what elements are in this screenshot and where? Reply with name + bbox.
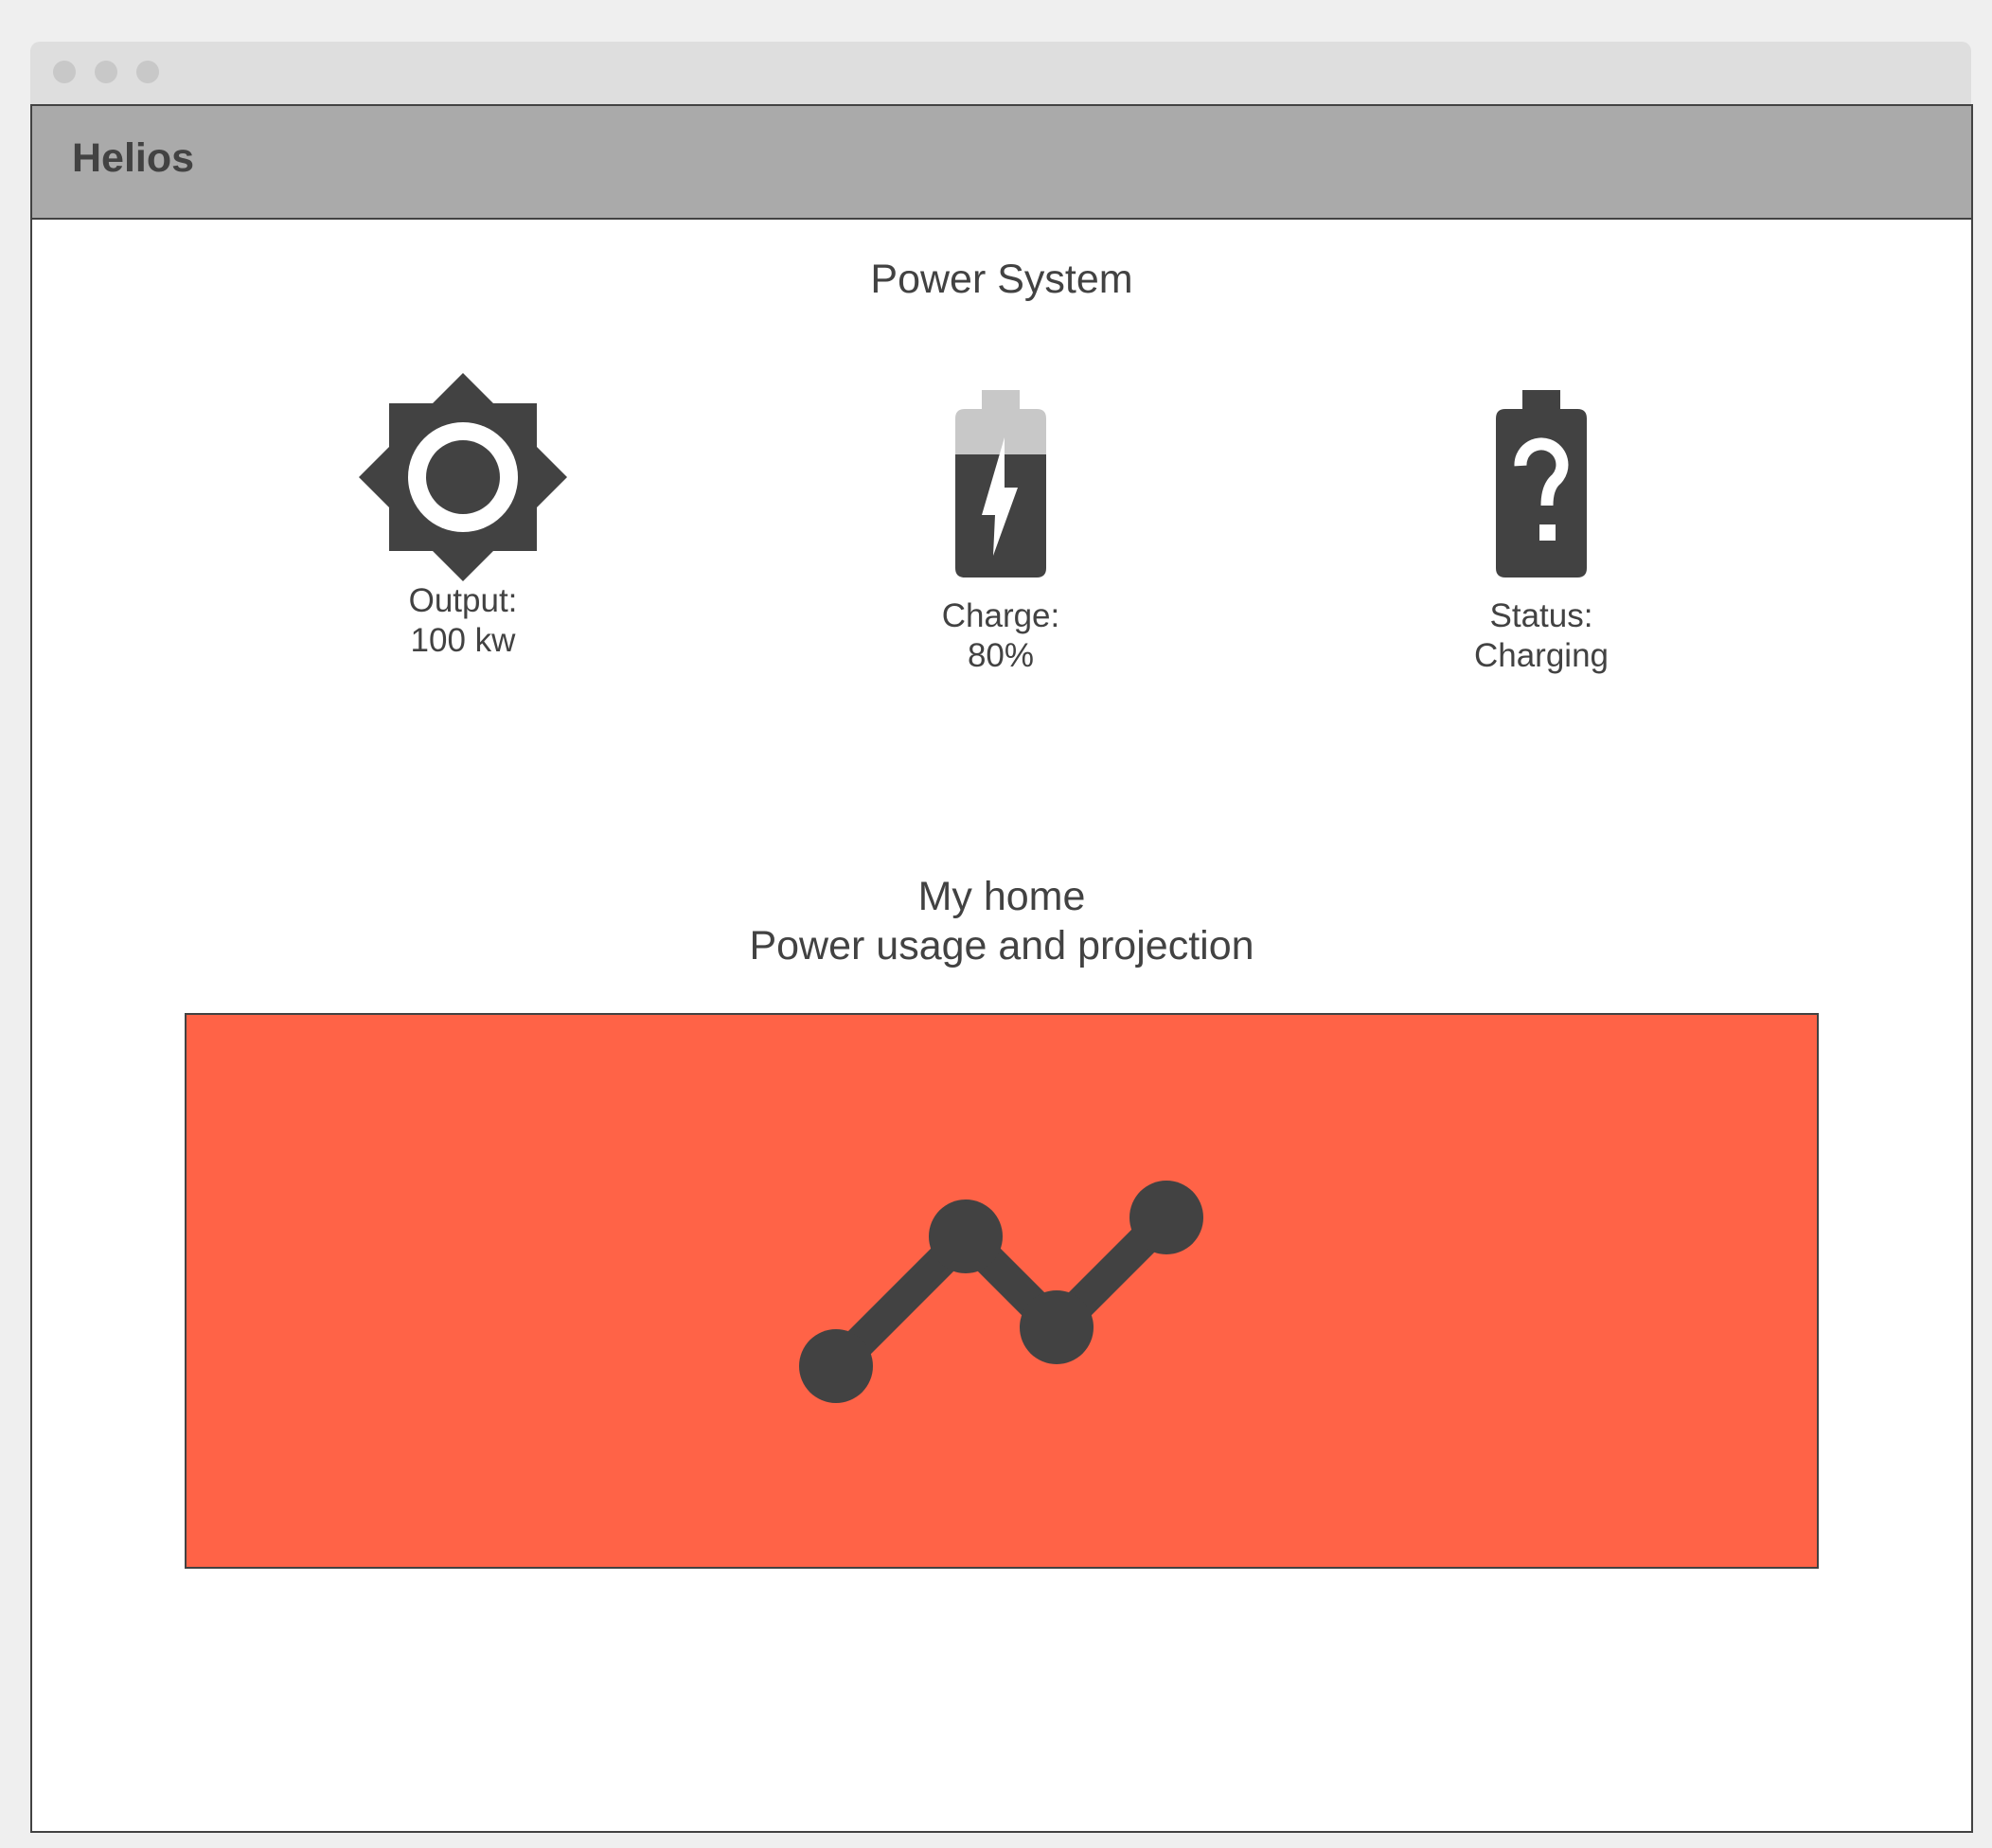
app-title: Helios <box>72 135 195 181</box>
output-stat: Output: 100 kw <box>311 373 614 661</box>
status-label: Status: <box>1489 597 1593 634</box>
status-value: Charging <box>1473 637 1610 674</box>
brightness-icon <box>359 373 567 581</box>
home-title-line2: Power usage and projection <box>749 922 1254 968</box>
battery-unknown-icon <box>1496 390 1587 578</box>
power-system-title: Power System <box>870 257 1133 302</box>
app-frame: Helios Power System Output: 100 kw Charg… <box>30 104 1973 1833</box>
browser-window: Helios Power System Output: 100 kw Charg… <box>30 42 1973 1833</box>
line-chart-icon <box>799 1181 1203 1403</box>
home-title: My home Power usage and projection <box>32 873 1971 970</box>
app-header: Helios <box>32 106 1971 220</box>
window-close-dot[interactable] <box>53 61 76 83</box>
output-value: 100 kw <box>410 622 516 659</box>
window-titlebar <box>30 42 1971 104</box>
charge-label: Charge: <box>941 597 1060 634</box>
window-minimize-dot[interactable] <box>95 61 117 83</box>
battery-charging-icon <box>955 390 1046 578</box>
window-maximize-dot[interactable] <box>136 61 159 83</box>
output-label: Output: <box>408 582 518 619</box>
charge-value: 80% <box>967 637 1035 674</box>
usage-chart-placeholder[interactable] <box>185 1013 1819 1569</box>
charge-stat: Charge: 80% <box>849 390 1152 676</box>
home-title-line1: My home <box>917 874 1086 919</box>
status-stat: Status: Charging <box>1390 390 1693 676</box>
